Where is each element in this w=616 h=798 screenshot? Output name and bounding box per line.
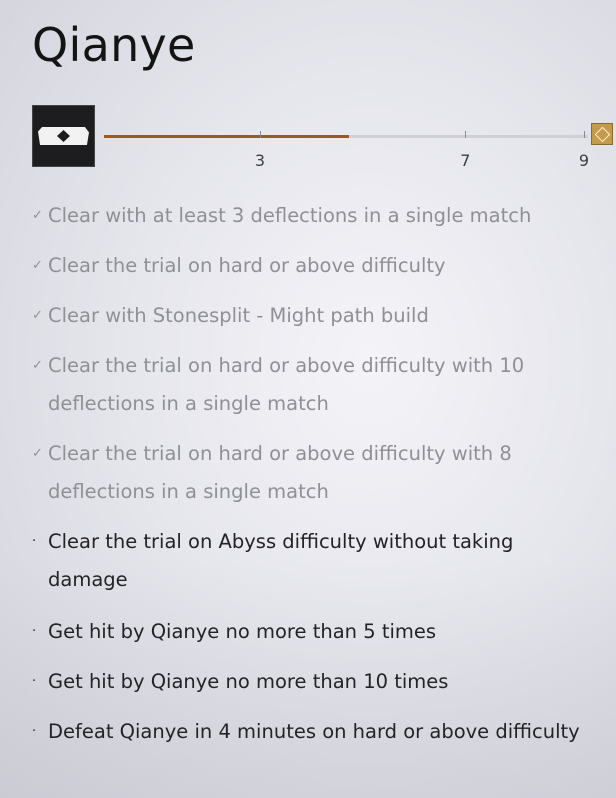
challenge-text: Clear with Stonesplit - Might path build	[48, 304, 429, 327]
challenge-item: · Get hit by Qianye no more than 5 times	[32, 613, 592, 651]
bullet-icon: ·	[32, 534, 37, 549]
bullet-icon: ·	[32, 724, 37, 739]
challenge-text: Clear the trial on hard or above difficu…	[48, 354, 525, 415]
challenge-text: Clear with at least 3 deflections in a s…	[48, 204, 532, 227]
challenge-item: · Clear the trial on Abyss difficulty wit…	[32, 523, 592, 599]
challenge-item: ✓ Clear with at least 3 deflections in a …	[32, 197, 592, 235]
progress-tick-label: 3	[254, 151, 266, 170]
check-icon: ✓	[32, 358, 43, 373]
challenge-list: ✓ Clear with at least 3 deflections in a …	[32, 197, 592, 751]
progress-track	[104, 135, 588, 138]
progress-tick	[465, 131, 467, 138]
challenge-item: ✓ Clear the trial on hard or above diffic…	[32, 347, 592, 423]
check-icon: ✓	[32, 258, 43, 273]
challenge-item: · Defeat Qianye in 4 minutes on hard or a…	[32, 713, 592, 751]
bullet-icon: ·	[32, 624, 37, 639]
progress-tick-label: 9	[578, 151, 590, 170]
challenge-item: ✓ Clear the trial on hard or above diffic…	[32, 247, 592, 285]
progress-tick	[584, 131, 585, 138]
reward-gem-icon[interactable]	[591, 123, 613, 145]
challenge-text: Clear the trial on Abyss difficulty with…	[48, 530, 514, 591]
check-icon: ✓	[32, 446, 43, 461]
challenge-text: Defeat Qianye in 4 minutes on hard or ab…	[48, 720, 580, 743]
challenge-item: ✓ Clear with Stonesplit - Might path buil…	[32, 297, 592, 335]
challenge-text: Get hit by Qianye no more than 10 times	[48, 670, 449, 693]
progress-tick	[260, 131, 261, 138]
progress-fill	[104, 135, 349, 138]
bullet-icon: ·	[32, 674, 37, 689]
page-title: Qianye	[32, 18, 196, 72]
check-icon: ✓	[32, 308, 43, 323]
challenge-text: Clear the trial on hard or above difficu…	[48, 254, 446, 277]
challenge-text: Get hit by Qianye no more than 5 times	[48, 620, 437, 643]
progress-tick-label: 7	[460, 151, 471, 170]
challenge-text: Clear the trial on hard or above difficu…	[48, 442, 512, 503]
challenge-item: · Get hit by Qianye no more than 10 times	[32, 663, 592, 701]
check-icon: ✓	[32, 208, 43, 223]
boss-mask-icon	[32, 105, 95, 167]
challenge-item: ✓ Clear the trial on hard or above diffic…	[32, 435, 592, 511]
